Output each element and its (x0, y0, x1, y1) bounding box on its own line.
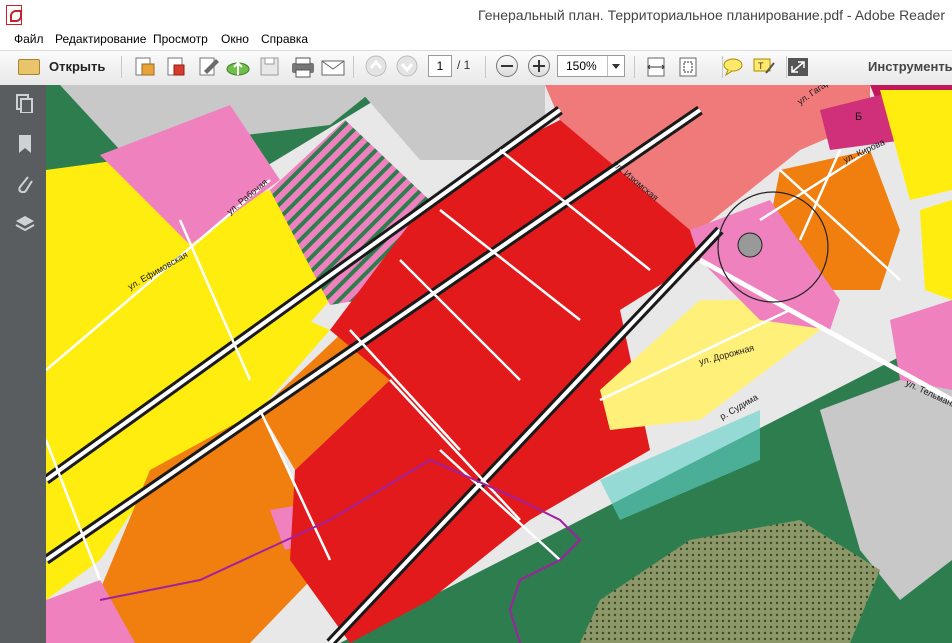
open-button[interactable]: Открыть (14, 56, 109, 78)
yellow-zone (920, 200, 952, 300)
separator (722, 56, 723, 78)
next-page-icon[interactable] (396, 55, 418, 77)
document-view[interactable]: ул. Ефимовская ул. Рабочая ул. Изюмская … (46, 85, 952, 643)
edit-pdf-icon[interactable] (199, 57, 219, 76)
window-title: Генеральный план. Территориальное планир… (478, 7, 945, 23)
file-tools (135, 57, 345, 78)
zoom-out-button[interactable] (496, 55, 518, 77)
zoom-in-button[interactable] (528, 55, 550, 77)
tools-button[interactable]: Инструменты (868, 59, 952, 74)
chevron-down-icon[interactable] (607, 56, 624, 76)
cloud-upload-icon[interactable] (226, 61, 250, 76)
navigation-pane (0, 85, 46, 643)
folder-icon (18, 59, 40, 75)
highlight-icon[interactable]: T (753, 58, 775, 74)
pages-icon[interactable] (15, 93, 35, 113)
menu-file[interactable]: Файл (14, 32, 44, 46)
separator (485, 56, 486, 78)
menu-bar: Файл Редактирование Просмотр Окно Справк… (0, 30, 952, 50)
menu-edit[interactable]: Редактирование (55, 32, 146, 46)
station-marker (737, 232, 763, 258)
zoom-select[interactable]: 150% (557, 55, 625, 77)
fit-page-icon[interactable] (679, 57, 697, 77)
separator (786, 56, 787, 78)
email-icon[interactable] (321, 60, 345, 76)
create-pdf-icon[interactable] (135, 57, 155, 76)
zone-label: Б (855, 111, 862, 123)
minus-icon (501, 65, 513, 67)
svg-text:T: T (758, 61, 764, 71)
menu-help[interactable]: Справка (261, 32, 308, 46)
menu-window[interactable]: Окно (221, 32, 249, 46)
view-tools: T (647, 57, 808, 77)
bookmark-icon[interactable] (15, 133, 35, 153)
separator (634, 56, 635, 78)
page-total: / 1 (457, 58, 471, 72)
layers-icon[interactable] (15, 213, 35, 233)
master-plan-map: ул. Ефимовская ул. Рабочая ул. Изюмская … (46, 85, 952, 643)
fit-width-icon[interactable] (647, 57, 665, 77)
combine-files-icon[interactable] (167, 57, 185, 76)
save-icon[interactable] (260, 57, 279, 76)
open-label: Открыть (49, 59, 106, 74)
comment-icon[interactable] (723, 58, 743, 77)
previous-page-icon[interactable] (365, 55, 387, 77)
attachment-icon[interactable] (15, 173, 35, 193)
print-icon[interactable] (292, 57, 314, 78)
page-nav (365, 55, 418, 77)
zoom-value: 150% (566, 59, 597, 73)
separator (121, 56, 122, 78)
separator (353, 56, 354, 78)
title-bar: Генеральный план. Территориальное планир… (0, 0, 952, 30)
menu-view[interactable]: Просмотр (153, 32, 208, 46)
page-number-input[interactable]: 1 (428, 55, 452, 77)
full-screen-icon[interactable] (788, 58, 808, 76)
